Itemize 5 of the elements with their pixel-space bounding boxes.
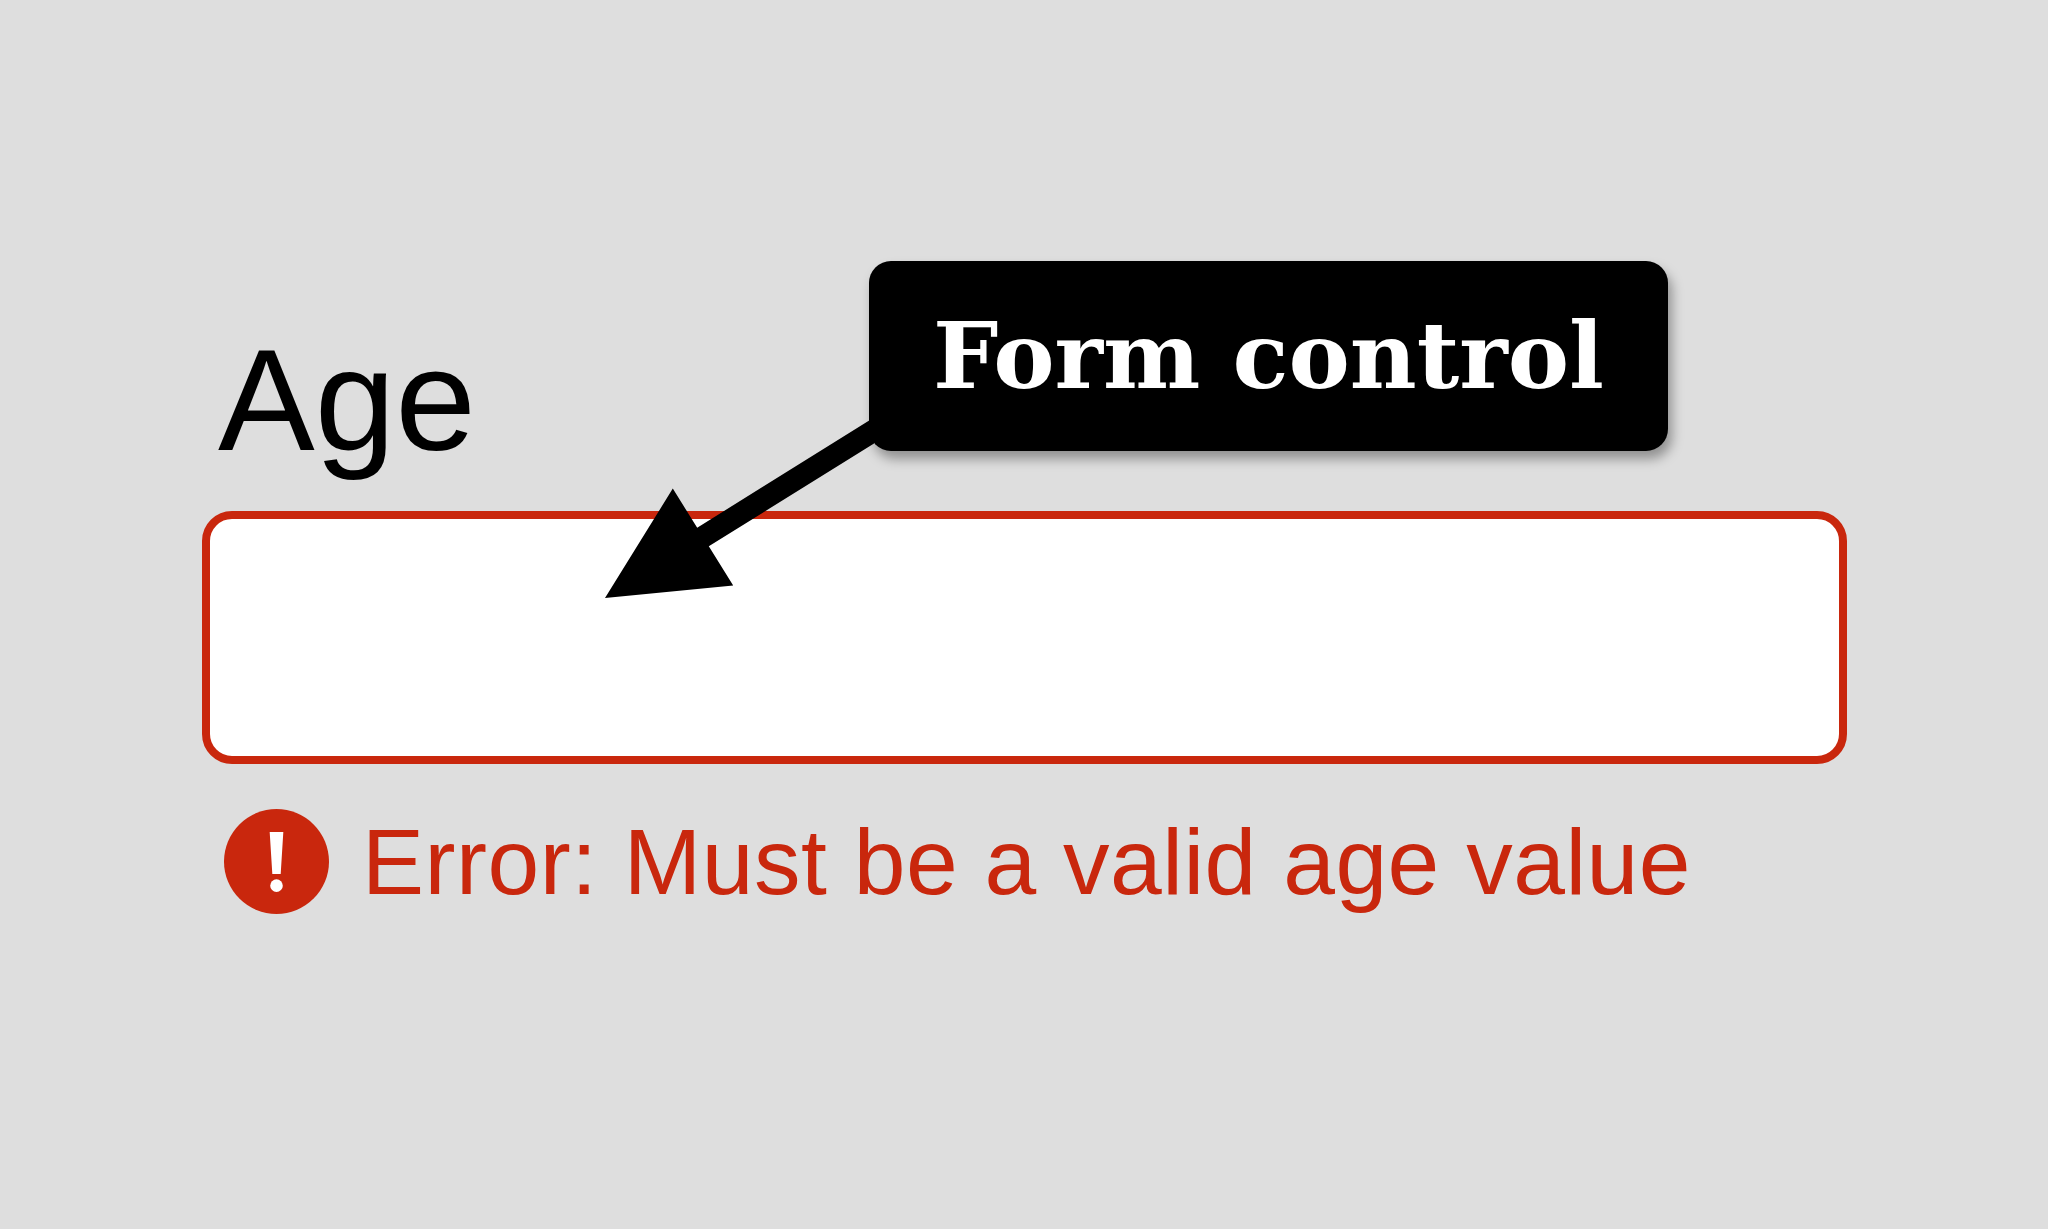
callout: Form control — [869, 261, 1668, 451]
input-field[interactable] — [202, 511, 1847, 764]
error-message: Error: Must be a valid age value — [362, 809, 1691, 916]
field-label: Age — [218, 318, 476, 483]
error-icon — [224, 809, 329, 914]
